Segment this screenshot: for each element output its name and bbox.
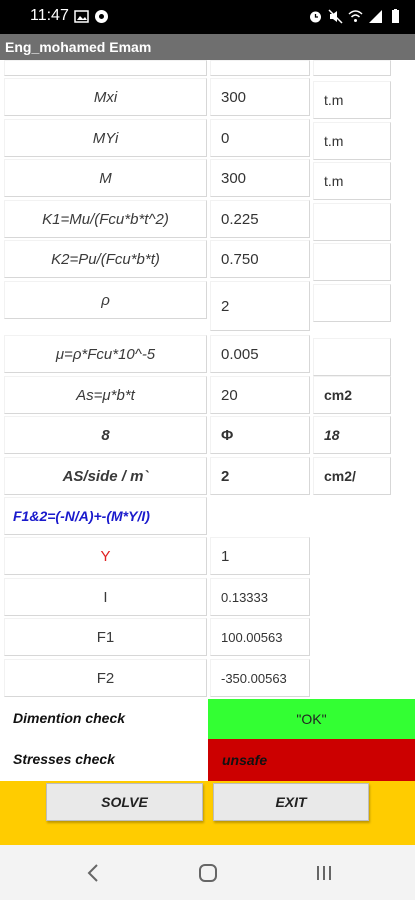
label-as-side: AS/side / m`: [4, 457, 207, 495]
value-f1: 100.00563: [210, 618, 310, 656]
unit-as: cm2: [313, 376, 391, 414]
exit-button[interactable]: EXIT: [213, 783, 369, 821]
label-f1: F1: [4, 618, 207, 656]
back-icon[interactable]: [79, 859, 107, 887]
unit-mu: [313, 338, 391, 376]
unit-rho: [313, 284, 391, 322]
navigation-bar: [0, 845, 415, 900]
value-mu: 0.005: [210, 335, 310, 373]
button-bar: SOLVE EXIT: [0, 781, 415, 845]
label-as: As=μ*b*t: [4, 376, 207, 414]
input-y[interactable]: 1: [210, 537, 310, 575]
input-rho[interactable]: 2: [210, 281, 310, 331]
label-f2: F2: [4, 659, 207, 697]
label-k2: K2=Pu/(Fcu*b*t): [4, 240, 207, 278]
unit-as-side: cm2/: [313, 457, 391, 495]
input-myi[interactable]: 0: [210, 119, 310, 157]
wifi-icon: [348, 9, 363, 24]
solve-button[interactable]: SOLVE: [46, 783, 203, 821]
bar-diameter: 18: [313, 416, 391, 454]
label-myi: MYi: [4, 119, 207, 157]
label-i: I: [4, 578, 207, 616]
battery-icon: [388, 9, 403, 24]
phi-symbol: Φ: [210, 416, 310, 454]
app-title: Eng_mohamed Emam: [5, 39, 152, 55]
mute-icon: [328, 9, 343, 24]
label-mu: μ=ρ*Fcu*10^-5: [4, 335, 207, 373]
unit-m: t.m: [313, 162, 391, 200]
unit-mxi: t.m: [313, 81, 391, 119]
dimension-check-status: "OK": [208, 699, 415, 739]
value-f2: -350.00563: [210, 659, 310, 697]
value-k2: 0.750: [210, 240, 310, 278]
value-as: 20: [210, 376, 310, 414]
unit-k2: [313, 243, 391, 281]
value-k1: 0.225: [210, 200, 310, 238]
home-icon[interactable]: [194, 859, 222, 887]
label-y: Y: [4, 537, 207, 575]
alarm-icon: [308, 9, 323, 24]
partial-value-cell[interactable]: [210, 60, 310, 76]
unit-myi: t.m: [313, 122, 391, 160]
app-title-bar: Eng_mohamed Emam: [0, 34, 415, 60]
signal-icon: [368, 9, 383, 24]
partial-unit-cell: [313, 60, 391, 76]
bar-count: 8: [4, 416, 207, 454]
label-rho: ρ: [4, 281, 207, 319]
value-as-side: 2: [210, 457, 310, 495]
dimension-check-label: Dimention check: [4, 699, 207, 737]
recents-icon[interactable]: [310, 859, 338, 887]
label-m: M: [4, 159, 207, 197]
label-mxi: Mxi: [4, 78, 207, 116]
status-bar: 11:47: [0, 0, 415, 34]
value-m: 300: [210, 159, 310, 197]
stresses-check-label: Stresses check: [4, 739, 207, 779]
input-mxi[interactable]: 300: [210, 78, 310, 116]
status-time: 11:47: [30, 7, 69, 24]
stress-formula: F1&2=(-N/A)+-(M*Y/I): [4, 497, 207, 535]
partial-label-cell: [4, 60, 207, 76]
unit-k1: [313, 203, 391, 241]
gallery-icon: [74, 9, 89, 24]
settings-icon: [94, 9, 109, 24]
value-i: 0.13333: [210, 578, 310, 616]
label-k1: K1=Mu/(Fcu*b*t^2): [4, 200, 207, 238]
stresses-check-status: unsafe: [208, 739, 415, 781]
